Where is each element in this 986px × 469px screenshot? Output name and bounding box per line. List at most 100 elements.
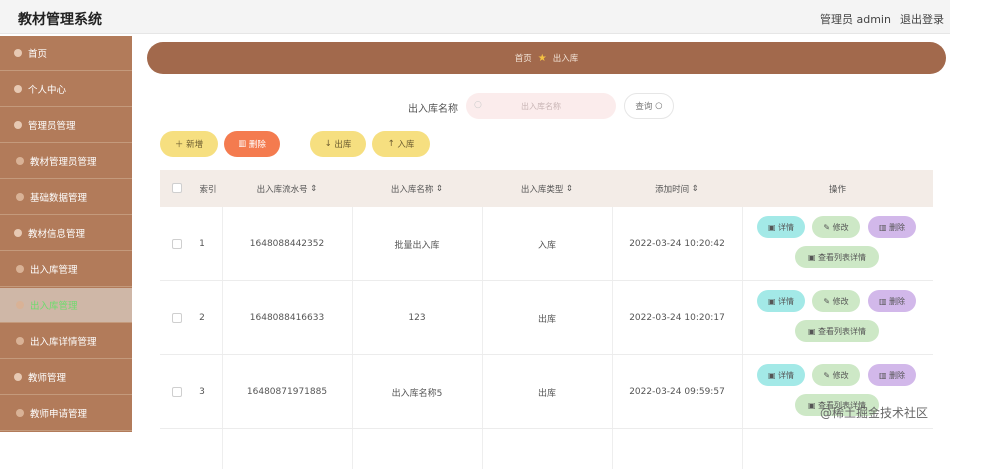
table-header: 索引 出入库流水号 ⇕ 出入库名称 ⇕ 出入库类型 ⇕ 添加时间 ⇕ 操作	[160, 170, 933, 207]
detail-label: 详情	[778, 370, 795, 380]
sidebar-item-textbook-admin[interactable]: 教材管理员管理	[0, 144, 132, 179]
teacher-icon	[14, 373, 22, 381]
sort-icon: ⇕	[310, 183, 318, 194]
stock-in-button[interactable]: ↑ 入库	[372, 131, 430, 157]
sidebar-item-label: 出入库管理	[30, 301, 78, 312]
edit-button[interactable]: ✎ 修改	[812, 364, 860, 386]
edit-icon: ✎	[823, 296, 831, 306]
row-delete-button[interactable]: ▥ 删除	[868, 364, 916, 386]
col-serial[interactable]: 出入库流水号 ⇕	[222, 170, 352, 207]
sidebar: 首页 个人中心 管理员管理 教材管理员管理 基础数据管理 教材信息管理 出入库管…	[0, 36, 132, 432]
breadcrumb-home[interactable]: 首页	[515, 52, 532, 64]
user-icon	[14, 85, 22, 93]
sidebar-item-teacher[interactable]: 教师管理	[0, 360, 132, 395]
list-icon: ▣	[807, 400, 816, 410]
admin-icon	[14, 121, 22, 129]
sort-icon: ⇕	[436, 183, 444, 194]
select-all-checkbox[interactable]	[172, 183, 182, 193]
cell-time: 2022-03-24 10:20:42	[629, 239, 725, 249]
col-index: 索引	[199, 184, 217, 195]
table-row: 1 1648088442352 批量出入库 入库 2022-03-24 10:2…	[160, 207, 933, 281]
sidebar-item-admin[interactable]: 管理员管理	[0, 108, 132, 143]
trash-icon: ▥	[878, 370, 887, 380]
row-checkbox[interactable]	[172, 313, 182, 323]
view-list-label: 查看列表详情	[818, 326, 867, 336]
detail-button[interactable]: ▣ 详情	[757, 290, 805, 312]
view-list-detail-button[interactable]: ▣ 查看列表详情	[795, 246, 879, 268]
dot-icon	[16, 301, 24, 309]
cell-index: 1	[199, 239, 205, 249]
dot-icon	[16, 157, 24, 165]
edit-button[interactable]: ✎ 修改	[812, 216, 860, 238]
trash-icon: ▥	[878, 222, 887, 232]
search-button[interactable]: 查询 ○	[624, 93, 674, 119]
logout-link[interactable]: 退出登录	[900, 11, 944, 27]
row-delete-button[interactable]: ▥ 删除	[868, 290, 916, 312]
stock-out-button[interactable]: ↓ 出库	[310, 131, 366, 157]
sidebar-item-label: 出入库详情管理	[30, 337, 97, 348]
stock-out-label: 出库	[334, 140, 352, 150]
row-checkbox[interactable]	[172, 239, 182, 249]
sidebar-item-label: 教材信息管理	[28, 229, 86, 240]
cell-type: 出库	[537, 314, 556, 325]
col-name-label: 出入库名称	[390, 184, 434, 195]
cell-serial: 16480871971885	[246, 387, 328, 397]
table-row: 3 16480871971885 出入库名称5 出库 2022-03-24 09…	[160, 355, 933, 429]
sidebar-item-inout-detail[interactable]: 出入库详情管理	[0, 324, 132, 359]
row-delete-label: 删除	[889, 222, 906, 232]
app-title: 教材管理系统	[18, 12, 102, 28]
cell-time: 2022-03-24 09:59:57	[629, 387, 725, 397]
search-button-label: 查询	[635, 102, 653, 112]
add-button[interactable]: ＋ 新增	[160, 131, 218, 157]
cell-index: 2	[199, 313, 205, 323]
sidebar-item-teacher-apply[interactable]: 教师申请管理	[0, 396, 132, 431]
col-time[interactable]: 添加时间 ⇕	[612, 170, 742, 207]
sidebar-item-home[interactable]: 首页	[0, 36, 132, 71]
dot-icon	[16, 265, 24, 273]
edit-label: 修改	[832, 222, 849, 232]
edit-icon: ✎	[823, 222, 831, 232]
search-input[interactable]	[466, 93, 616, 119]
dot-icon	[16, 337, 24, 345]
sidebar-item-label: 首页	[28, 49, 48, 60]
table-row: 2 1648088416633 123 出库 2022-03-24 10:20:…	[160, 281, 933, 355]
add-button-label: 新增	[186, 140, 204, 150]
row-delete-button[interactable]: ▥ 删除	[868, 216, 916, 238]
col-name[interactable]: 出入库名称 ⇕	[352, 170, 482, 207]
edit-label: 修改	[832, 370, 849, 380]
cell-name: 批量出入库	[394, 240, 440, 251]
sidebar-item-label: 出入库管理	[30, 265, 78, 276]
sidebar-item-profile[interactable]: 个人中心	[0, 72, 132, 107]
trash-icon: ▥	[878, 296, 887, 306]
cell-name: 123	[408, 313, 426, 323]
sidebar-item-label: 教师申请管理	[30, 409, 88, 420]
col-type[interactable]: 出入库类型 ⇕	[482, 170, 612, 207]
delete-button[interactable]: ▥ 删除	[224, 131, 280, 157]
list-icon: ▣	[807, 326, 816, 336]
cell-index: 3	[199, 387, 205, 397]
cell-type: 出库	[537, 388, 556, 399]
trash-icon: ▥	[238, 139, 247, 149]
sidebar-item-inout[interactable]: 出入库管理	[0, 252, 132, 287]
search-icon: ○	[474, 100, 482, 110]
dot-icon	[16, 409, 24, 417]
detail-button[interactable]: ▣ 详情	[757, 364, 805, 386]
dot-icon	[16, 193, 24, 201]
edit-icon: ✎	[823, 370, 831, 380]
breadcrumb: 首页 ★ 出入库	[147, 42, 946, 74]
delete-button-label: 删除	[248, 140, 266, 150]
detail-button[interactable]: ▣ 详情	[757, 216, 805, 238]
view-list-detail-button[interactable]: ▣ 查看列表详情	[795, 320, 879, 342]
sidebar-item-label: 管理员管理	[28, 121, 76, 132]
col-serial-label: 出入库流水号	[256, 184, 308, 195]
breadcrumb-current: 出入库	[552, 54, 579, 64]
row-delete-label: 删除	[889, 370, 906, 380]
col-time-label: 添加时间	[655, 184, 690, 195]
row-checkbox[interactable]	[172, 387, 182, 397]
sidebar-item-basic-data[interactable]: 基础数据管理	[0, 180, 132, 215]
sidebar-item-textbook-info[interactable]: 教材信息管理	[0, 216, 132, 251]
sidebar-item-inout-active[interactable]: 出入库管理	[0, 288, 132, 323]
list-icon: ▣	[807, 252, 816, 262]
book-icon	[14, 229, 22, 237]
edit-button[interactable]: ✎ 修改	[812, 290, 860, 312]
